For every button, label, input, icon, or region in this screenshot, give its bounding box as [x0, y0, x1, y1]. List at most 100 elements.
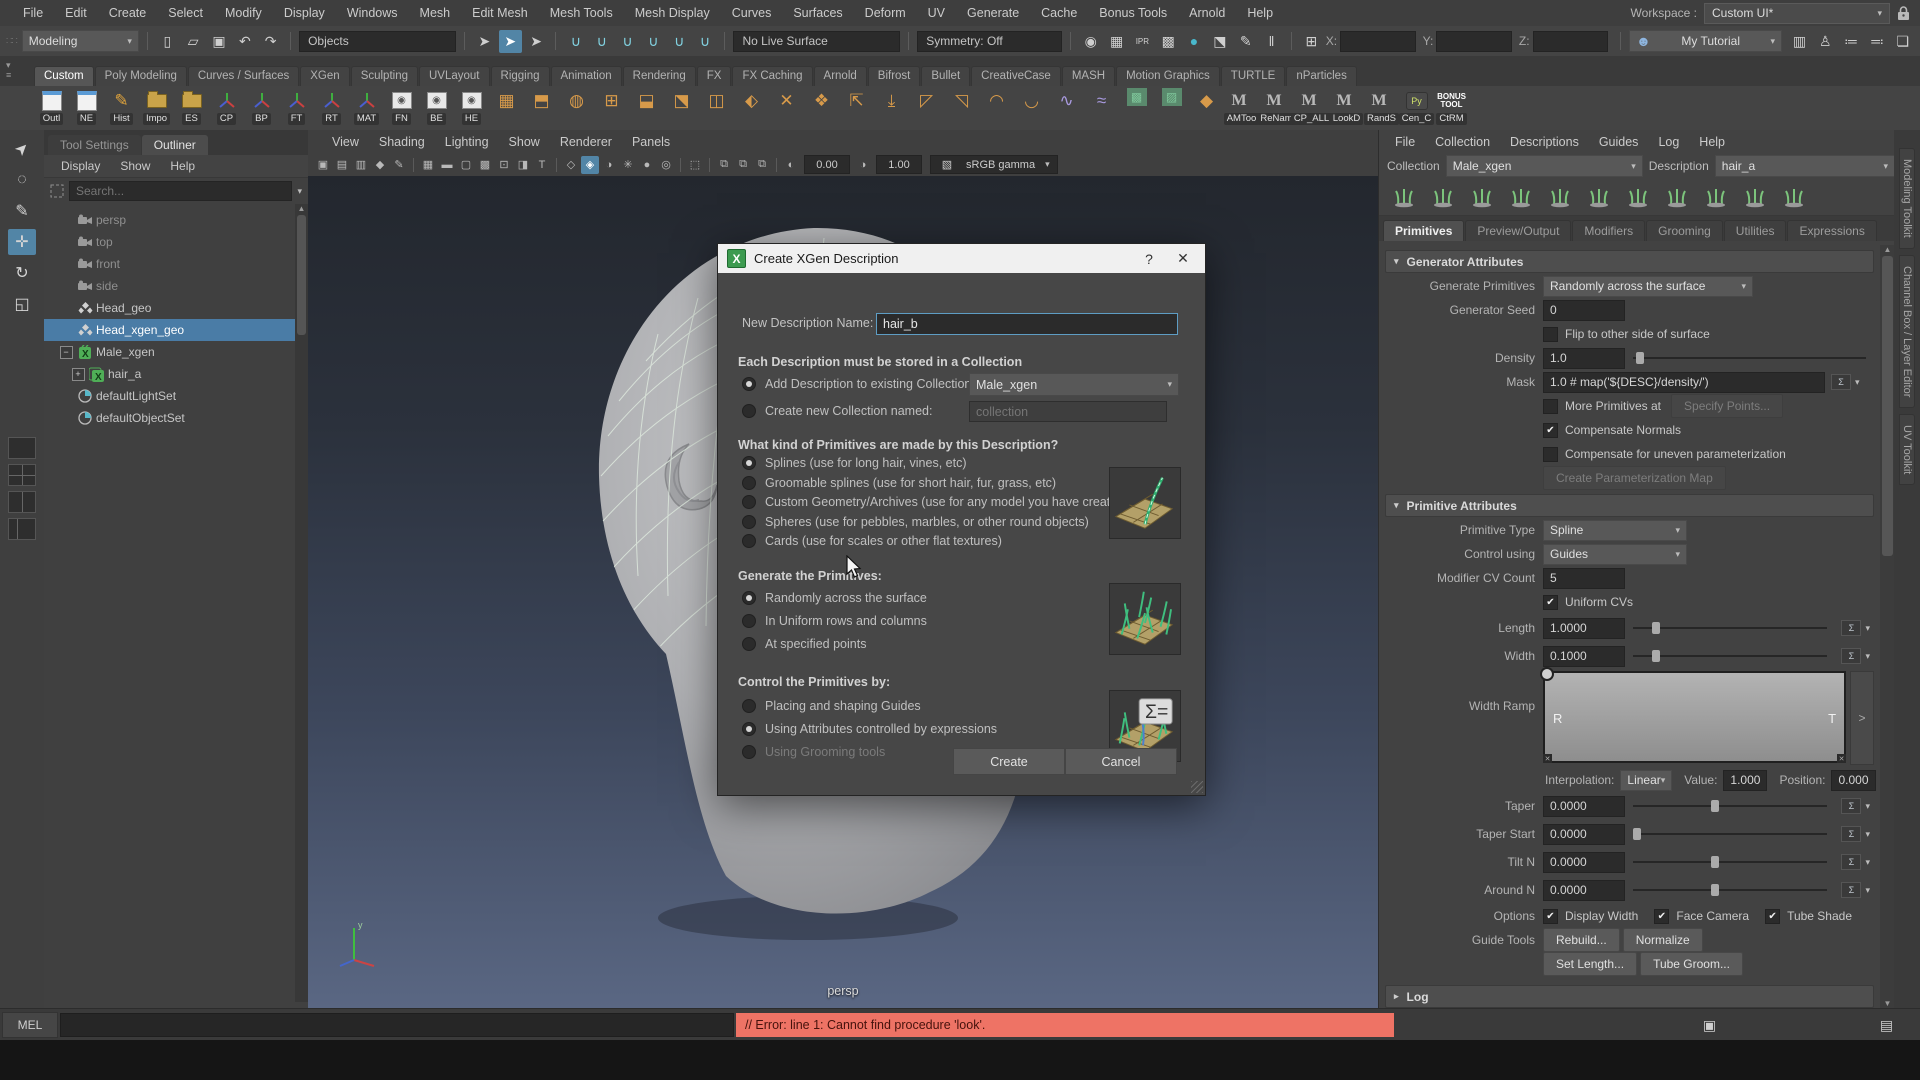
shelf-tab-rigging[interactable]: Rigging	[491, 66, 550, 86]
collapse-icon[interactable]: −	[60, 346, 73, 359]
camera-attrs-icon[interactable]: ▥	[352, 156, 370, 174]
taper-slider[interactable]	[1633, 805, 1827, 807]
mel-language-button[interactable]: MEL	[2, 1012, 58, 1038]
xgen-tab-expressions[interactable]: Expressions	[1787, 220, 1876, 241]
render-view-icon[interactable]: ◉	[1079, 30, 1102, 53]
snap-curve-icon[interactable]: ∪	[590, 30, 613, 53]
pane-layout2-icon[interactable]: ⧉	[734, 156, 752, 174]
radio-existing-collection[interactable]: Add Description to existing Collection:	[742, 377, 975, 391]
outliner-item-Male_xgen[interactable]: −XMale_xgen	[44, 341, 308, 363]
shelf-tab-mash[interactable]: MASH	[1062, 66, 1115, 86]
shelf-item-poly-flatten-icon[interactable]: ⤓	[874, 88, 909, 113]
density-field[interactable]: 1.0	[1543, 348, 1625, 369]
select-region-icon[interactable]	[1779, 184, 1809, 210]
section-generator-attributes[interactable]: ▾Generator Attributes	[1385, 250, 1874, 273]
map-expression-icon[interactable]: Σ	[1841, 826, 1861, 842]
length-field[interactable]: 1.0000	[1543, 618, 1625, 639]
radio-icon[interactable]	[742, 745, 756, 759]
shelf-item-CP_ALL[interactable]: MCP_ALL	[1294, 88, 1329, 125]
scroll-down-icon[interactable]: ▼	[1884, 999, 1892, 1008]
cancel-button[interactable]: Cancel	[1065, 748, 1177, 775]
shelf-item-poly-mirror-icon[interactable]: ◫	[699, 88, 734, 113]
shelf-item-poly-cube-icon[interactable]: ⬒	[524, 88, 559, 113]
menubar-item-surfaces[interactable]: Surfaces	[782, 0, 853, 26]
resize-grip[interactable]	[1191, 781, 1203, 793]
redo-icon[interactable]: ↷	[259, 30, 282, 53]
field-chart-icon[interactable]: ⊡	[495, 156, 513, 174]
mask-expression-field[interactable]: 1.0 # map('${DESC}/density/')	[1543, 372, 1825, 393]
preview-refresh-icon[interactable]	[1389, 184, 1419, 210]
paint-effects-icon[interactable]: ✎	[1234, 30, 1257, 53]
tool-settings-toggle-icon[interactable]: ≕	[1866, 30, 1889, 53]
shaded-icon[interactable]: ◈	[581, 156, 599, 174]
open-scene-icon[interactable]: ▱	[182, 30, 205, 53]
hypershade-icon[interactable]: ⬔	[1208, 30, 1231, 53]
mirror-guides-icon[interactable]	[1662, 184, 1692, 210]
new-collection-input[interactable]	[969, 401, 1167, 422]
shelf-item-poly-bend2-icon[interactable]: ◡	[1014, 88, 1049, 113]
flip-surface-checkbox[interactable]	[1543, 327, 1558, 342]
normalize-button[interactable]: Normalize	[1623, 928, 1703, 952]
snap-grid-icon[interactable]: ∪	[564, 30, 587, 53]
tube-shade-checkbox[interactable]	[1765, 909, 1780, 924]
shelf-tab-nparticles[interactable]: nParticles	[1286, 66, 1357, 86]
viewport-menu-panels[interactable]: Panels	[622, 135, 680, 149]
shelf-item-curve-points-icon[interactable]: ∿	[1049, 88, 1084, 113]
radio-using-grooming-tools[interactable]: Using Grooming tools	[742, 745, 885, 759]
ramp-position-field[interactable]: 0.000	[1831, 770, 1875, 791]
collection-dropdown[interactable]: Male_xgen ▾	[1446, 155, 1643, 177]
y-coordinate-field[interactable]	[1436, 31, 1512, 52]
shelf-item-uv-layout-icon[interactable]: ▩	[1119, 88, 1154, 106]
render-current-frame-icon[interactable]: ▦	[1105, 30, 1128, 53]
menubar-item-create[interactable]: Create	[98, 0, 158, 26]
description-name-input[interactable]	[876, 313, 1178, 335]
taper-start-field[interactable]: 0.0000	[1543, 824, 1625, 845]
tilt-n-slider[interactable]	[1633, 861, 1827, 863]
shelf-item-AMToo[interactable]: MAMToo	[1224, 88, 1259, 125]
radio-at-specified-points[interactable]: At specified points	[742, 637, 866, 651]
shelf-tab-uvlayout[interactable]: UVLayout	[419, 66, 490, 86]
layout-split-lr-icon[interactable]	[8, 491, 36, 513]
camera-lock-icon[interactable]: ▤	[333, 156, 351, 174]
shelf-tab-motion-graphics[interactable]: Motion Graphics	[1116, 66, 1220, 86]
create-parameterization-map-button[interactable]: Create Parameterization Map	[1543, 466, 1726, 490]
shelf-item-ES[interactable]: ES	[174, 88, 209, 125]
image-plane-icon[interactable]: ✎	[390, 156, 408, 174]
shelf-item-LookD[interactable]: MLookD	[1329, 88, 1364, 125]
wireframe-icon[interactable]: ◇	[562, 156, 580, 174]
radio-custom-geometry-archives-use-f[interactable]: Custom Geometry/Archives (use for any mo…	[742, 495, 1128, 509]
safe-action-icon[interactable]: ◨	[514, 156, 532, 174]
selection-mask-field[interactable]: Objects	[299, 31, 456, 52]
radio-new-collection[interactable]: Create new Collection named:	[742, 404, 932, 418]
xgen-menu-guides[interactable]: Guides	[1589, 135, 1649, 149]
outliner-item-hair_a[interactable]: +Xhair_a	[44, 363, 308, 385]
gamma-icon[interactable]: ◑	[854, 156, 872, 174]
color-management-dropdown[interactable]: ▧sRGB gamma▾	[930, 155, 1058, 174]
lock-guides-icon[interactable]	[1623, 184, 1653, 210]
density-slider[interactable]	[1633, 357, 1866, 359]
help-button[interactable]: ?	[1136, 251, 1162, 267]
shelf-item-RT[interactable]: RT	[314, 88, 349, 125]
shelf-tab-bifrost[interactable]: Bifrost	[868, 66, 921, 86]
map-expression-icon[interactable]: Σ	[1841, 798, 1861, 814]
radio-icon[interactable]	[742, 534, 756, 548]
shelf-item-uv-grid-icon[interactable]: ▨	[1154, 88, 1189, 106]
chevron-down-icon[interactable]: ▾	[1865, 857, 1870, 868]
exposure-icon[interactable]: ◐	[782, 156, 800, 174]
radio-icon[interactable]	[742, 699, 756, 713]
menubar-item-edit[interactable]: Edit	[54, 0, 98, 26]
outliner-item-top[interactable]: top	[44, 231, 308, 253]
radio-icon[interactable]	[742, 377, 756, 391]
menubar-item-modify[interactable]: Modify	[214, 0, 273, 26]
menu-set-dropdown[interactable]: Modeling▾	[22, 30, 139, 52]
menubar-item-select[interactable]: Select	[157, 0, 214, 26]
shelf-item-MAT[interactable]: MAT	[349, 88, 384, 125]
shelf-item-poly-layers2-icon[interactable]: ⬔	[664, 88, 699, 113]
save-scene-icon[interactable]: ▣	[208, 30, 231, 53]
render-settings-icon[interactable]: ▩	[1157, 30, 1180, 53]
generator-seed-field[interactable]: 0	[1543, 300, 1625, 321]
shelf-item-NE[interactable]: NE	[69, 88, 104, 125]
xgen-scrollbar[interactable]: ▲ ▼	[1880, 245, 1895, 1008]
z-coordinate-field[interactable]	[1533, 31, 1609, 52]
shelf-item-CtRM[interactable]: BONUS TOOLCtRM	[1434, 88, 1469, 125]
